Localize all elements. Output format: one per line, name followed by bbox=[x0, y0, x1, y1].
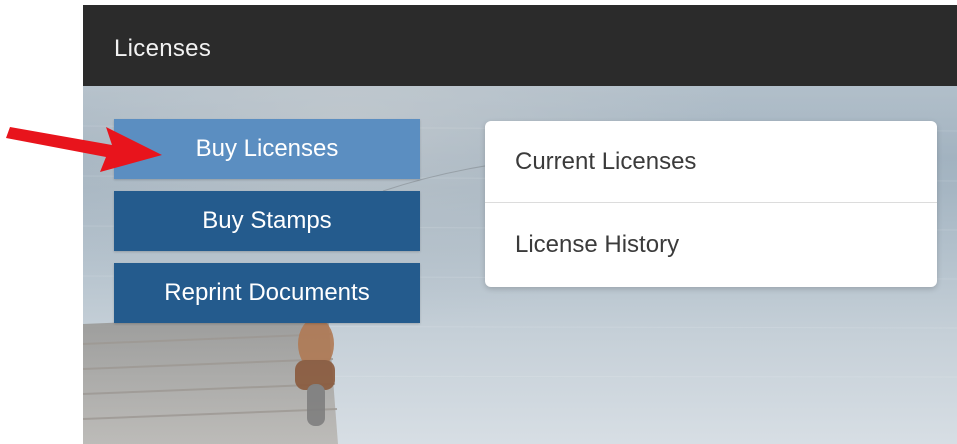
licenses-panel: Licenses Buy Licenses Buy Stamps Reprint… bbox=[83, 5, 957, 444]
license-menu-card: Current Licenses License History bbox=[485, 121, 937, 287]
menu-item-current-licenses[interactable]: Current Licenses bbox=[485, 121, 937, 203]
left-nav: Buy Licenses Buy Stamps Reprint Document… bbox=[114, 119, 420, 335]
buy-stamps-button[interactable]: Buy Stamps bbox=[114, 191, 420, 251]
page-title: Licenses bbox=[114, 35, 212, 62]
reprint-documents-button[interactable]: Reprint Documents bbox=[114, 263, 420, 323]
menu-item-license-history[interactable]: License History bbox=[485, 204, 937, 286]
panel-header: Licenses bbox=[83, 5, 957, 86]
buy-licenses-button[interactable]: Buy Licenses bbox=[114, 119, 420, 179]
